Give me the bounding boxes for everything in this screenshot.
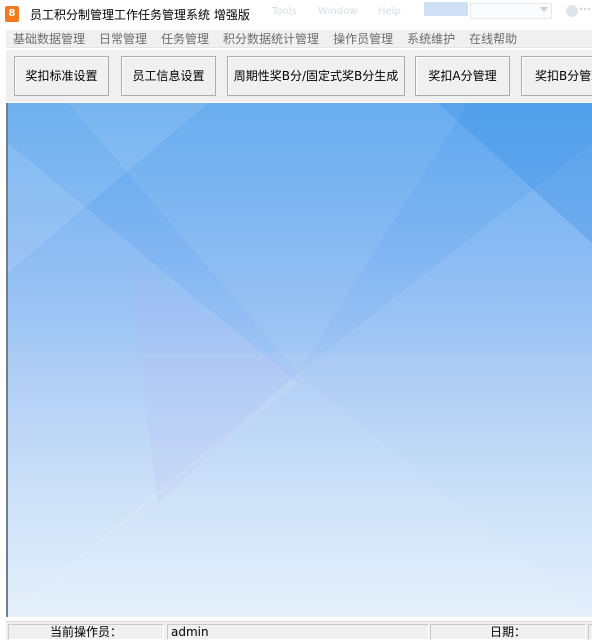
date-value: [588, 624, 592, 640]
menu-tasks[interactable]: 任务管理: [154, 30, 216, 47]
background-menu-help: Help: [378, 6, 401, 17]
menu-bar: 基础数据管理 日常管理 任务管理 积分数据统计管理 操作员管理 系统维护 在线帮…: [6, 30, 592, 48]
a-points-button[interactable]: 奖扣A分管理: [415, 56, 510, 96]
periodic-b-points-button[interactable]: 周期性奖B分/固定式奖B分生成: [227, 56, 405, 96]
background-highlight: [424, 2, 468, 16]
menu-daily[interactable]: 日常管理: [92, 30, 154, 47]
menu-system[interactable]: 系统维护: [400, 30, 462, 47]
operator-value: admin: [167, 624, 429, 640]
b-points-button[interactable]: 奖扣B分管理: [521, 56, 592, 96]
app-icon: 8: [5, 6, 19, 22]
title-bar[interactable]: 8 员工积分制管理工作任务管理系统 增强版 Tools Window Help: [0, 0, 592, 28]
status-bar: 当前操作员： admin 日期：: [6, 621, 592, 640]
background-menu-tools: Tools: [272, 6, 297, 17]
operator-label: 当前操作员：: [8, 624, 164, 640]
background-dots-icon: [580, 8, 590, 11]
menu-operators[interactable]: 操作员管理: [326, 30, 400, 47]
menu-help[interactable]: 在线帮助: [462, 30, 524, 47]
reward-standard-button[interactable]: 奖扣标准设置: [14, 56, 109, 96]
window-title: 员工积分制管理工作任务管理系统 增强版: [30, 8, 250, 22]
background-circle-icon: [566, 5, 578, 17]
menu-basic-data[interactable]: 基础数据管理: [6, 30, 92, 47]
menu-points-stats[interactable]: 积分数据统计管理: [216, 30, 326, 47]
employee-info-button[interactable]: 员工信息设置: [121, 56, 216, 96]
background-menu-window: Window: [318, 6, 358, 17]
workspace-background: [8, 103, 592, 617]
toolbar: 奖扣标准设置 员工信息设置 周期性奖B分/固定式奖B分生成 奖扣A分管理 奖扣B…: [6, 50, 592, 102]
date-label: 日期：: [430, 624, 586, 640]
chevron-down-icon: [540, 7, 548, 12]
background-pattern: [8, 103, 592, 617]
